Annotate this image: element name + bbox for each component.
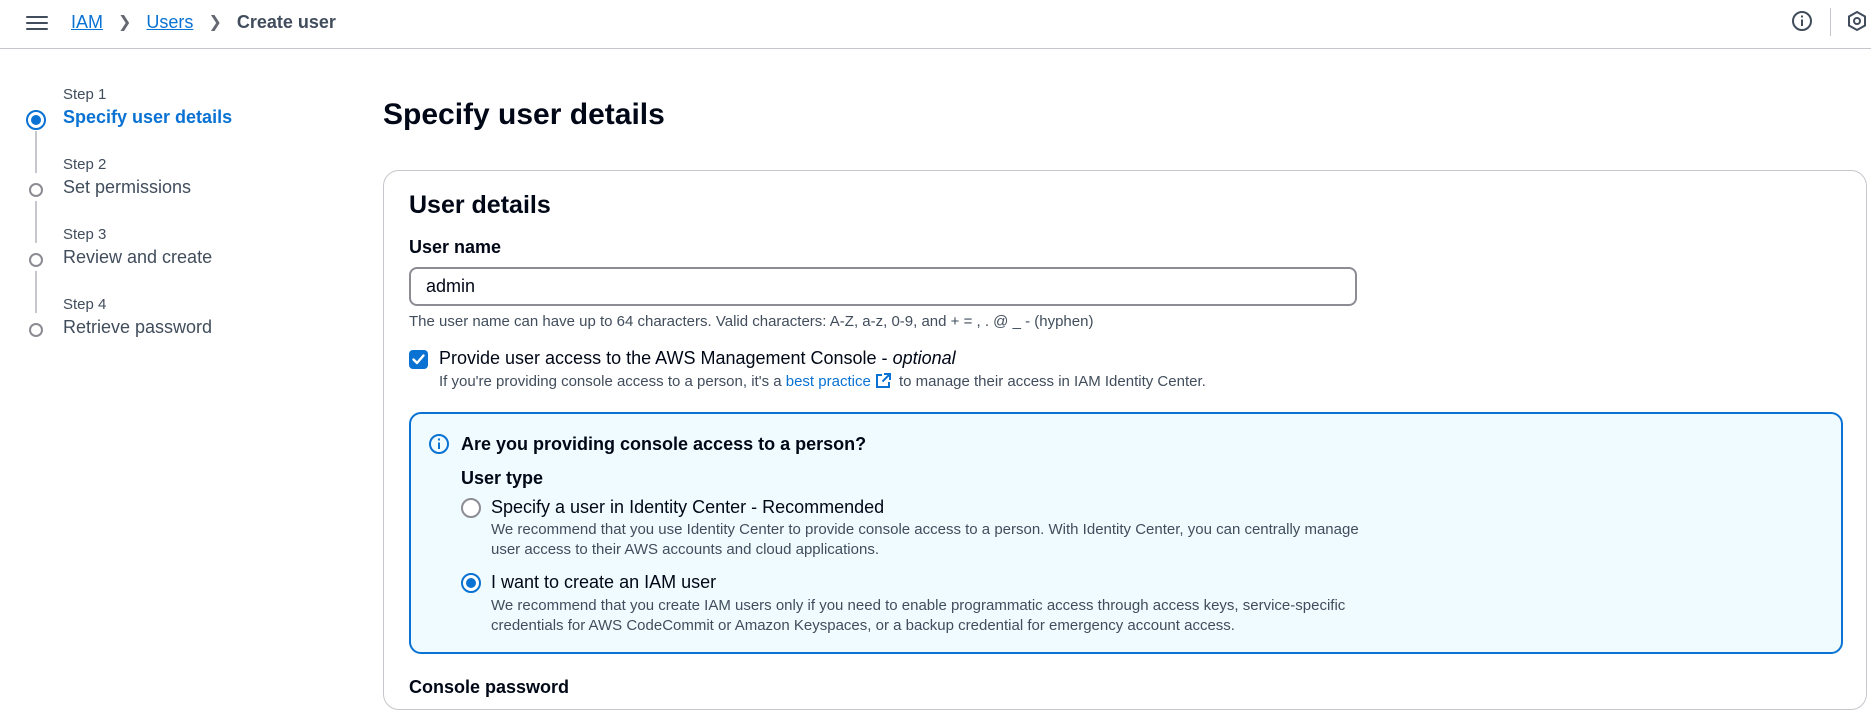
settings-hexagon-icon[interactable] <box>1846 10 1868 32</box>
breadcrumb: IAM ❯ Users ❯ Create user <box>71 10 336 34</box>
wizard-step-4[interactable]: Step 4 Retrieve password <box>27 296 327 366</box>
step-number: Step 1 <box>63 86 107 103</box>
console-password-heading-partial: Console password <box>409 677 570 697</box>
step-pending-indicator-icon <box>29 323 43 337</box>
step-current-indicator-icon <box>26 110 46 130</box>
hamburger-menu-icon[interactable] <box>26 12 48 32</box>
info-circle-icon[interactable] <box>1791 10 1813 32</box>
step-title[interactable]: Specify user details <box>63 107 232 128</box>
optional-tag: optional <box>892 348 956 368</box>
description-text: If you're providing console access to a … <box>439 373 786 390</box>
chevron-right-icon: ❯ <box>208 14 222 31</box>
breadcrumb-iam-link[interactable]: IAM <box>71 12 103 33</box>
identity-center-radio[interactable] <box>461 498 481 518</box>
console-access-label[interactable]: Provide user access to the AWS Managemen… <box>439 348 956 369</box>
checkmark-icon <box>412 354 425 365</box>
description-text: to manage their access in IAM Identity C… <box>894 373 1206 390</box>
chevron-right-icon: ❯ <box>118 14 132 31</box>
section-title: User details <box>409 191 551 219</box>
step-pending-indicator-icon <box>29 183 43 197</box>
breadcrumb-users-link[interactable]: Users <box>146 12 193 33</box>
user-name-constraint-text: The user name can have up to 64 characte… <box>409 313 1094 330</box>
iam-user-option-label[interactable]: I want to create an IAM user <box>491 572 716 593</box>
wizard-step-2[interactable]: Step 2 Set permissions <box>27 156 327 243</box>
toolbar-divider <box>1830 8 1831 36</box>
console-access-label-text: Provide user access to the AWS Managemen… <box>439 348 893 368</box>
step-number: Step 3 <box>63 226 107 243</box>
user-name-label: User name <box>409 237 502 257</box>
alert-title: Are you providing console access to a pe… <box>461 434 867 454</box>
step-number: Step 2 <box>63 156 107 173</box>
step-pending-indicator-icon <box>29 253 43 267</box>
step-title[interactable]: Set permissions <box>63 177 191 198</box>
step-title[interactable]: Retrieve password <box>63 317 212 338</box>
page-title: Specify user details <box>383 98 665 131</box>
info-circle-icon <box>428 433 450 455</box>
identity-center-option-description: We recommend that you use Identity Cente… <box>491 521 1359 558</box>
best-practice-link[interactable]: best practice <box>786 373 871 390</box>
step-title[interactable]: Review and create <box>63 247 212 268</box>
user-type-label: User type <box>461 468 544 488</box>
wizard-step-1[interactable]: Step 1 Specify user details <box>26 86 327 173</box>
iam-user-option-description: We recommend that you create IAM users o… <box>491 597 1346 634</box>
iam-user-radio[interactable] <box>461 573 481 593</box>
external-link-icon[interactable] <box>875 373 891 389</box>
user-name-input[interactable] <box>409 267 1357 306</box>
wizard-step-3[interactable]: Step 3 Review and create <box>27 226 327 313</box>
console-access-description: If you're providing console access to a … <box>439 373 1206 390</box>
top-navigation-bar: IAM ❯ Users ❯ Create user <box>0 0 1871 49</box>
identity-center-option-label[interactable]: Specify a user in Identity Center - Reco… <box>491 497 884 518</box>
breadcrumb-current-page: Create user <box>236 11 336 32</box>
wizard-steps-nav: Step 1 Specify user details Step 2 Set p… <box>26 86 327 366</box>
console-access-checkbox[interactable] <box>409 350 428 369</box>
step-number: Step 4 <box>63 296 107 313</box>
